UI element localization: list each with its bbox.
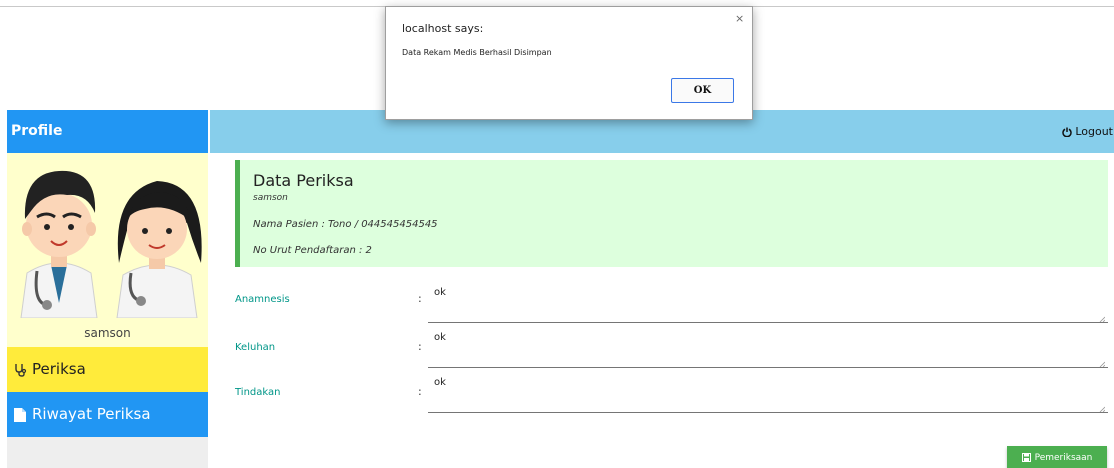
sidebar: Profile samson Periksa Riwayat Periksa — [7, 110, 208, 468]
logout-label: Logout — [1075, 125, 1113, 138]
sidebar-item-riwayat-periksa[interactable]: Riwayat Periksa — [7, 392, 208, 437]
sidebar-header: Profile — [7, 110, 208, 153]
doctors-avatar — [20, 170, 202, 318]
alert-dialog: localhost says: × Data Rekam Medis Berha… — [385, 6, 753, 120]
resize-handle-icon[interactable] — [1099, 316, 1105, 322]
sidebar-item-periksa[interactable]: Periksa — [7, 347, 208, 392]
patient-name: Nama Pasien : Tono / 044545454545 — [253, 219, 438, 230]
resize-handle-icon[interactable] — [1099, 361, 1105, 367]
anamnesis-colon: : — [418, 292, 422, 305]
queue-number: No Urut Pendaftaran : 2 — [253, 245, 372, 256]
save-icon — [1021, 453, 1031, 462]
stethoscope-icon — [15, 363, 27, 377]
keluhan-label: Keluhan — [235, 342, 276, 353]
keluhan-field[interactable]: ok — [428, 332, 1108, 368]
card-title: Data Periksa — [253, 171, 354, 190]
card-doctor-name: samson — [253, 193, 288, 203]
anamnesis-label: Anamnesis — [235, 294, 290, 305]
dialog-message: Data Rekam Medis Berhasil Disimpan — [402, 48, 552, 57]
sidebar-item-label: Riwayat Periksa — [32, 405, 151, 423]
profile-username: samson — [84, 326, 131, 340]
sidebar-item-label: Periksa — [32, 360, 86, 378]
close-icon[interactable]: × — [735, 13, 744, 24]
save-exam-button[interactable]: Pemeriksaan — [1007, 446, 1107, 468]
tindakan-colon: : — [418, 385, 422, 398]
tindakan-label: Tindakan — [235, 387, 281, 398]
document-icon — [14, 407, 26, 422]
profile-card: samson — [7, 153, 208, 347]
dialog-title: localhost says: — [402, 22, 484, 35]
exam-info-card: Data Periksa samson Nama Pasien : Tono /… — [235, 160, 1108, 267]
save-exam-label: Pemeriksaan — [1034, 452, 1093, 463]
tindakan-field[interactable]: ok — [428, 377, 1108, 413]
logout-button[interactable]: Logout — [1062, 125, 1113, 138]
power-icon — [1062, 127, 1073, 137]
ok-button[interactable]: OK — [671, 78, 734, 103]
resize-handle-icon[interactable] — [1099, 406, 1105, 412]
keluhan-colon: : — [418, 340, 422, 353]
anamnesis-field[interactable]: ok — [428, 287, 1108, 323]
